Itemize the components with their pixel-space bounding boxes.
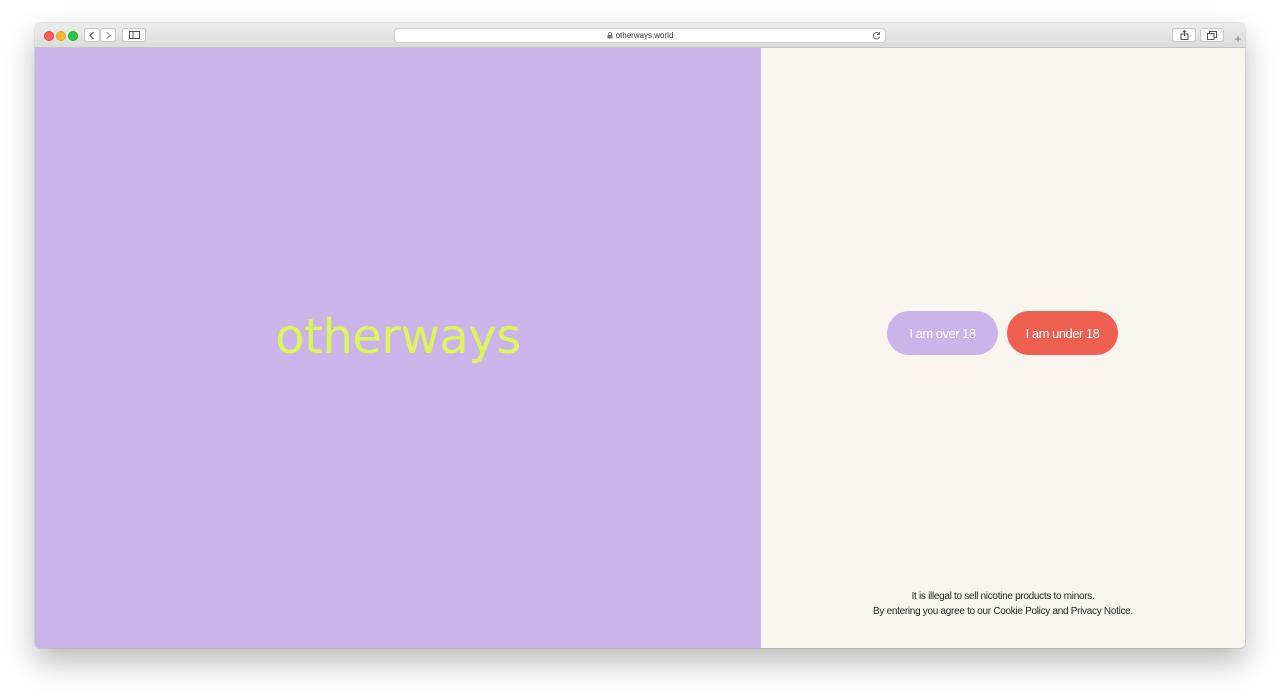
browser-toolbar: otherways.world + (35, 23, 1245, 48)
url-text: otherways.world (615, 31, 674, 40)
close-window-button[interactable] (44, 31, 54, 41)
browser-window: otherways.world + otherways I am over 18… (35, 23, 1245, 648)
age-gate-panel: I am over 18 I am under 18 It is illegal… (761, 48, 1245, 648)
page-content: otherways I am over 18 I am under 18 It … (35, 48, 1245, 648)
address-bar[interactable]: otherways.world (394, 28, 886, 43)
reload-icon[interactable] (872, 31, 881, 40)
over-18-button[interactable]: I am over 18 (887, 311, 998, 355)
brand-logo: otherways (275, 309, 521, 365)
minimize-window-button[interactable] (56, 31, 66, 41)
brand-panel: otherways (35, 48, 761, 648)
share-button[interactable] (1172, 28, 1196, 42)
zoom-window-button[interactable] (68, 31, 78, 41)
new-tab-button[interactable]: + (1231, 31, 1245, 47)
tab-overview-button[interactable] (1200, 28, 1224, 42)
legal-notice-line-2: By entering you agree to our Cookie Poli… (873, 606, 1133, 617)
chevron-right-icon (106, 31, 111, 39)
forward-button[interactable] (100, 28, 116, 42)
under-18-button[interactable]: I am under 18 (1007, 311, 1118, 355)
lock-icon (607, 32, 613, 39)
back-button[interactable] (84, 28, 100, 42)
tabs-icon (1207, 30, 1217, 40)
legal-notice-line-1: It is illegal to sell nicotine products … (911, 591, 1095, 602)
sidebar-toggle-button[interactable] (122, 28, 146, 42)
plus-icon: + (1234, 32, 1242, 46)
sidebar-icon (128, 31, 140, 39)
legal-notice: It is illegal to sell nicotine products … (761, 589, 1245, 619)
chevron-left-icon (89, 31, 94, 39)
share-icon (1180, 30, 1188, 40)
